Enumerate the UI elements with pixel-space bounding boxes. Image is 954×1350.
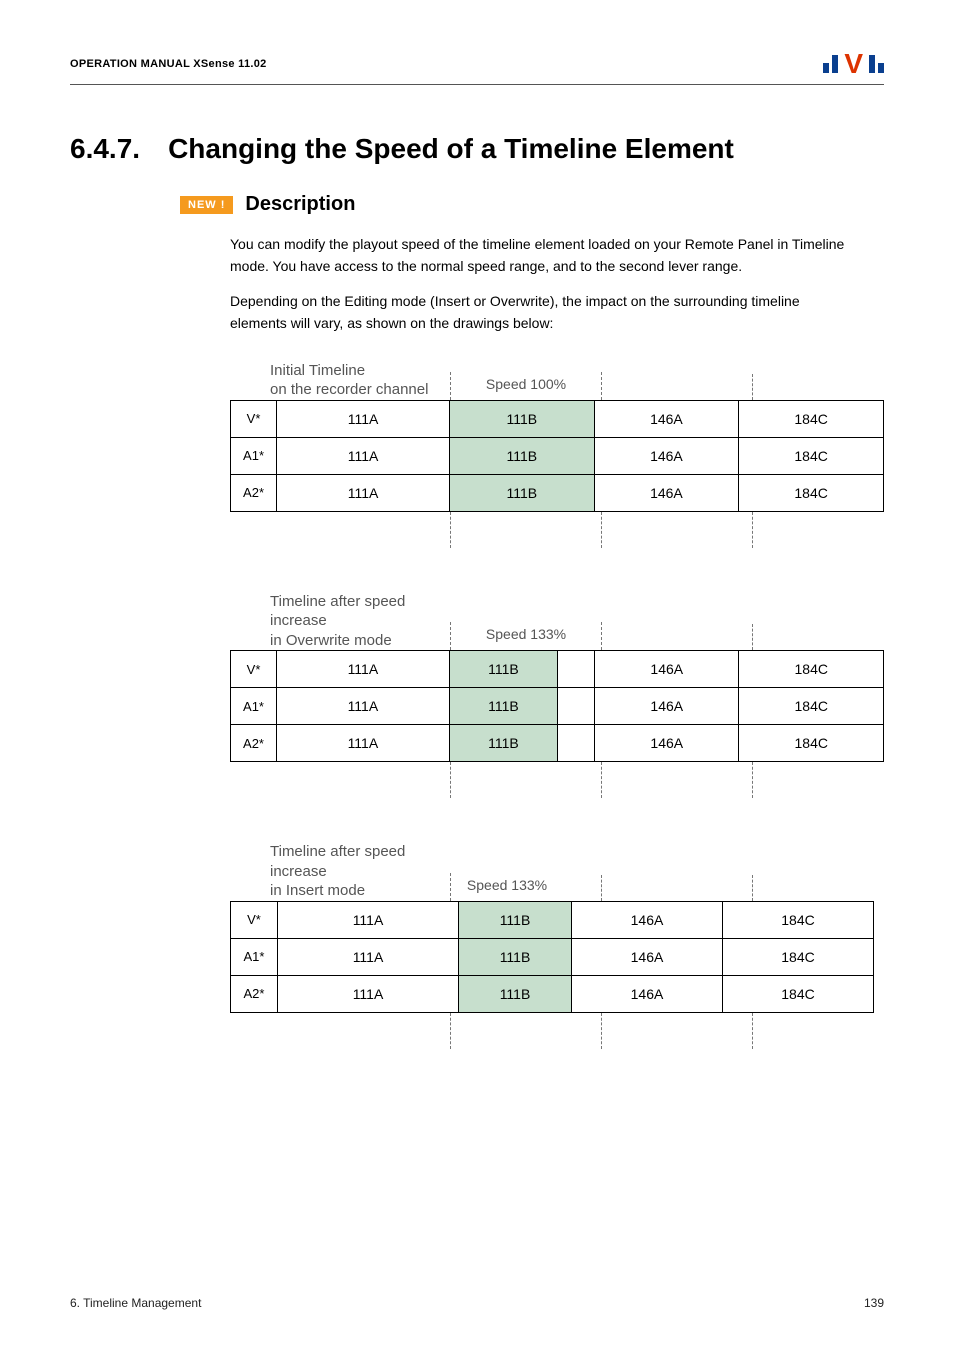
- clip-cell: 111A: [277, 725, 450, 762]
- clip-cell: 184C: [739, 400, 884, 437]
- clip-cell: 146A: [572, 901, 723, 938]
- track-label: A2*: [231, 474, 277, 511]
- speed-label: Speed 133%: [450, 873, 563, 901]
- clip-cell: 146A: [572, 975, 723, 1012]
- section-title: Changing the Speed of a Timeline Element: [168, 133, 734, 165]
- footer-left: 6. Timeline Management: [70, 1296, 201, 1310]
- logo-bar-icon: [869, 55, 875, 73]
- logo-v-icon: V: [844, 50, 863, 78]
- table-row: A2* 111A 111B 146A 184C: [231, 725, 884, 762]
- clip-cell: 146A: [594, 437, 739, 474]
- diagram-label: Initial Timeline: [270, 361, 450, 381]
- clip-cell: 184C: [739, 651, 884, 688]
- tick-dangles: [230, 1013, 884, 1049]
- track-label: V*: [231, 651, 277, 688]
- table-row: V* 111A 111B 146A 184C: [231, 651, 884, 688]
- track-label: A1*: [231, 938, 278, 975]
- timeline-table: V* 111A 111B 146A 184C A1* 111A 111B 146…: [230, 901, 874, 1013]
- clip-cell: 184C: [739, 437, 884, 474]
- new-badge-icon: NEW !: [180, 196, 233, 214]
- track-label: V*: [231, 901, 278, 938]
- clip-cell: 111B: [449, 725, 557, 762]
- track-label: A2*: [231, 975, 278, 1012]
- clip-cell: 111A: [277, 474, 450, 511]
- clip-cell: 111A: [277, 400, 450, 437]
- clip-cell: 184C: [723, 938, 874, 975]
- speed-label: Speed 100%: [450, 372, 602, 400]
- tick-dangles: [230, 762, 884, 798]
- paragraph: You can modify the playout speed of the …: [230, 234, 854, 277]
- tick-region: [602, 875, 753, 901]
- track-label: A2*: [231, 725, 277, 762]
- clip-cell: 111B: [459, 938, 572, 975]
- paragraph: Depending on the Editing mode (Insert or…: [230, 291, 854, 334]
- clip-gap: [558, 725, 595, 762]
- tick-dangles: [230, 512, 884, 548]
- table-row: A2* 111A 111B 146A 184C: [231, 975, 874, 1012]
- section-number: 6.4.7.: [70, 133, 140, 165]
- clip-cell: 184C: [723, 901, 874, 938]
- clip-cell: 111B: [449, 651, 557, 688]
- clip-cell: 111B: [450, 437, 595, 474]
- table-row: A1* 111A 111B 146A 184C: [231, 938, 874, 975]
- track-label: A1*: [231, 437, 277, 474]
- clip-cell: 111B: [459, 901, 572, 938]
- timeline-table: V* 111A 111B 146A 184C A1* 111A 111B 146…: [230, 400, 884, 512]
- subheading-row: NEW ! Description: [180, 193, 884, 216]
- clip-cell: 111B: [450, 400, 595, 437]
- clip-cell: 111B: [450, 474, 595, 511]
- table-row: A2* 111A 111B 146A 184C: [231, 474, 884, 511]
- track-label: V*: [231, 400, 277, 437]
- diagram-label: on the recorder channel: [270, 380, 450, 400]
- track-label: A1*: [231, 688, 277, 725]
- clip-cell: 111A: [277, 688, 450, 725]
- logo-bar-icon: [878, 63, 884, 73]
- clip-cell: 111A: [278, 975, 459, 1012]
- clip-gap: [558, 651, 595, 688]
- speed-label: Speed 133%: [450, 622, 602, 650]
- table-row: V* 111A 111B 146A 184C: [231, 901, 874, 938]
- table-row: A1* 111A 111B 146A 184C: [231, 688, 884, 725]
- table-row: V* 111A 111B 146A 184C: [231, 400, 884, 437]
- clip-cell: 146A: [572, 938, 723, 975]
- tick-region: [602, 374, 753, 400]
- clip-cell: 111A: [278, 938, 459, 975]
- diagram-label: Timeline after speed increase: [270, 842, 450, 881]
- page-footer: 6. Timeline Management 139: [70, 1296, 884, 1310]
- diagram-label: in Insert mode: [270, 881, 450, 901]
- diagram-initial: Initial Timeline on the recorder channel…: [230, 361, 884, 548]
- clip-gap: [558, 688, 595, 725]
- clip-cell: 111A: [277, 651, 450, 688]
- clip-cell: 146A: [594, 474, 739, 511]
- footer-page-number: 139: [864, 1296, 884, 1310]
- subheading: Description: [245, 193, 355, 216]
- logo-bar-icon: [832, 55, 838, 73]
- clip-cell: 111B: [459, 975, 572, 1012]
- diagram-insert: Timeline after speed increase in Insert …: [230, 842, 884, 1049]
- clip-cell: 184C: [723, 975, 874, 1012]
- timeline-table: V* 111A 111B 146A 184C A1* 111A 111B 146…: [230, 650, 884, 762]
- clip-cell: 146A: [595, 725, 739, 762]
- clip-cell: 111B: [449, 688, 557, 725]
- diagram-label: Timeline after speed increase: [270, 592, 450, 631]
- clip-cell: 146A: [595, 688, 739, 725]
- clip-cell: 184C: [739, 474, 884, 511]
- clip-cell: 146A: [595, 651, 739, 688]
- manual-title: OPERATION MANUAL XSense 11.02: [70, 58, 267, 70]
- clip-cell: 111A: [277, 437, 450, 474]
- clip-cell: 146A: [594, 400, 739, 437]
- clip-cell: 111A: [278, 901, 459, 938]
- page-header: OPERATION MANUAL XSense 11.02 V: [70, 50, 884, 85]
- tick-region: [602, 624, 753, 650]
- section-heading: 6.4.7. Changing the Speed of a Timeline …: [70, 133, 884, 165]
- diagram-overwrite: Timeline after speed increase in Overwri…: [230, 592, 884, 799]
- tick-region: [563, 875, 602, 901]
- table-row: A1* 111A 111B 146A 184C: [231, 437, 884, 474]
- logo-bar-icon: [823, 63, 829, 73]
- clip-cell: 184C: [739, 688, 884, 725]
- evs-logo: V: [823, 50, 884, 78]
- clip-cell: 184C: [739, 725, 884, 762]
- diagram-label: in Overwrite mode: [270, 631, 450, 651]
